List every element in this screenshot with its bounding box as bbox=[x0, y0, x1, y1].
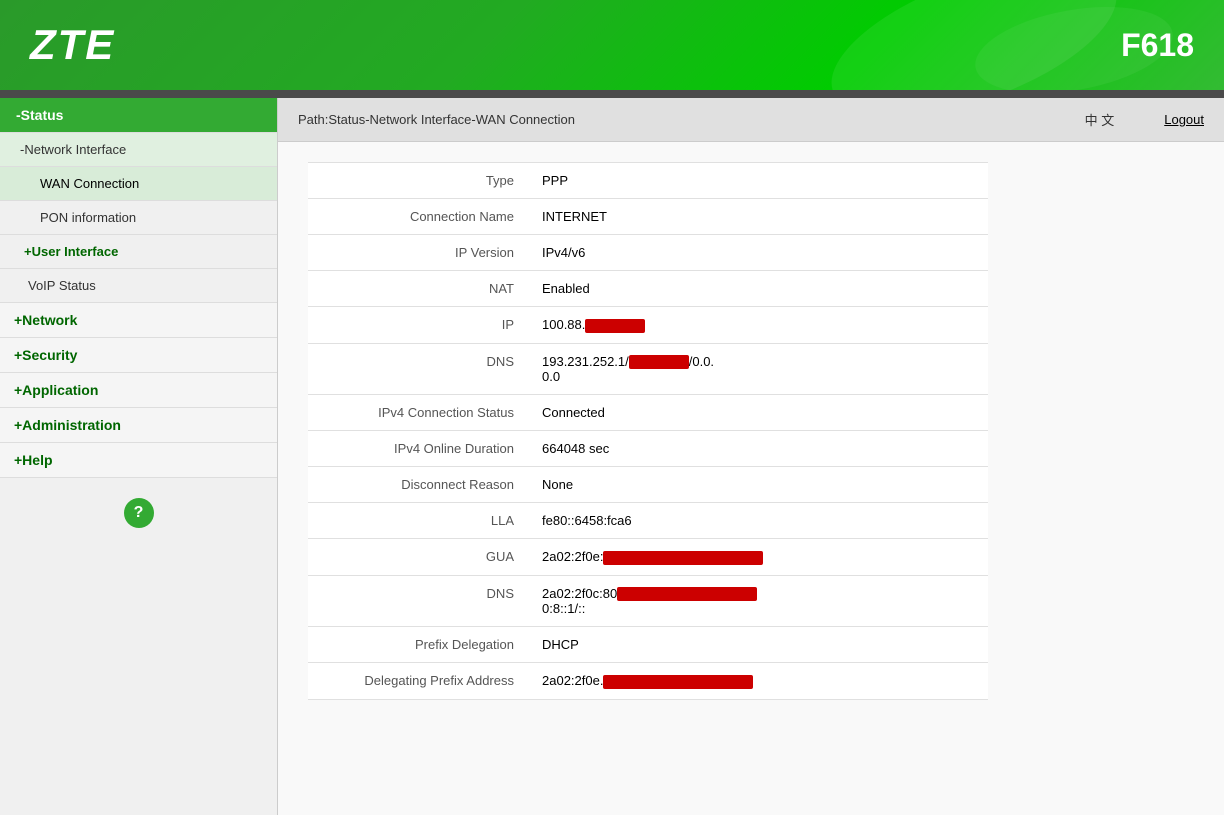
main-layout: -Status -Network Interface WAN Connectio… bbox=[0, 98, 1224, 815]
header-links: 中 文 Logout bbox=[1085, 110, 1204, 129]
table-row: IP 100.88. bbox=[308, 307, 988, 344]
sidebar-item-network[interactable]: +Network bbox=[0, 303, 277, 338]
sidebar-item-user-interface[interactable]: +User Interface bbox=[0, 235, 277, 269]
table-row: DNS 2a02:2f0c:80 0:8::1/:: bbox=[308, 575, 988, 627]
label-dns-v4: DNS bbox=[308, 343, 528, 395]
label-nat: NAT bbox=[308, 271, 528, 307]
value-ip: 100.88. bbox=[528, 307, 988, 344]
redacted-delegating-prefix bbox=[603, 675, 753, 689]
value-delegating-prefix: 2a02:2f0e. bbox=[528, 663, 988, 700]
label-ipv4-status: IPv4 Connection Status bbox=[308, 395, 528, 431]
redacted-ip bbox=[585, 319, 645, 333]
table-row: IPv4 Connection Status Connected bbox=[308, 395, 988, 431]
value-gua: 2a02:2f0e: bbox=[528, 539, 988, 576]
table-row: Delegating Prefix Address 2a02:2f0e. bbox=[308, 663, 988, 700]
sidebar-item-voip-status[interactable]: VoIP Status bbox=[0, 269, 277, 303]
sidebar-item-security[interactable]: +Security bbox=[0, 338, 277, 373]
help-button[interactable]: ? bbox=[124, 498, 154, 528]
nav-bar bbox=[0, 90, 1224, 98]
sidebar-item-administration[interactable]: +Administration bbox=[0, 408, 277, 443]
logout-link[interactable]: Logout bbox=[1164, 112, 1204, 127]
table-row: NAT Enabled bbox=[308, 271, 988, 307]
table-row: Disconnect Reason None bbox=[308, 467, 988, 503]
breadcrumb-path: Path:Status-Network Interface-WAN Connec… bbox=[298, 112, 575, 127]
sidebar-item-wan-connection[interactable]: WAN Connection bbox=[0, 167, 277, 201]
label-prefix-delegation: Prefix Delegation bbox=[308, 627, 528, 663]
value-prefix-delegation: DHCP bbox=[528, 627, 988, 663]
sidebar-item-status[interactable]: -Status bbox=[0, 98, 277, 133]
table-row: DNS 193.231.252.1/ /0.0.0.0 bbox=[308, 343, 988, 395]
label-type: Type bbox=[308, 163, 528, 199]
language-link[interactable]: 中 文 bbox=[1085, 110, 1115, 129]
breadcrumb-bar: Path:Status-Network Interface-WAN Connec… bbox=[278, 98, 1224, 142]
table-row: GUA 2a02:2f0e: bbox=[308, 539, 988, 576]
value-ipv4-duration: 664048 sec bbox=[528, 431, 988, 467]
table-row: Prefix Delegation DHCP bbox=[308, 627, 988, 663]
value-disconnect: None bbox=[528, 467, 988, 503]
value-ip-version: IPv4/v6 bbox=[528, 235, 988, 271]
wan-info-table: Type PPP Connection Name INTERNET IP Ver… bbox=[308, 162, 988, 700]
label-ip-version: IP Version bbox=[308, 235, 528, 271]
sidebar: -Status -Network Interface WAN Connectio… bbox=[0, 98, 278, 815]
label-disconnect: Disconnect Reason bbox=[308, 467, 528, 503]
value-nat: Enabled bbox=[528, 271, 988, 307]
label-gua: GUA bbox=[308, 539, 528, 576]
label-ip: IP bbox=[308, 307, 528, 344]
label-ipv4-duration: IPv4 Online Duration bbox=[308, 431, 528, 467]
value-ipv4-status: Connected bbox=[528, 395, 988, 431]
table-row: IP Version IPv4/v6 bbox=[308, 235, 988, 271]
value-connection-name: INTERNET bbox=[528, 199, 988, 235]
sidebar-item-help[interactable]: +Help bbox=[0, 443, 277, 478]
table-row: Connection Name INTERNET bbox=[308, 199, 988, 235]
label-connection-name: Connection Name bbox=[308, 199, 528, 235]
table-row: IPv4 Online Duration 664048 sec bbox=[308, 431, 988, 467]
value-lla: fe80::6458:fca6 bbox=[528, 503, 988, 539]
label-delegating-prefix: Delegating Prefix Address bbox=[308, 663, 528, 700]
value-type: PPP bbox=[528, 163, 988, 199]
value-dns-v4: 193.231.252.1/ /0.0.0.0 bbox=[528, 343, 988, 395]
redacted-gua bbox=[603, 551, 763, 565]
redacted-dns-v6 bbox=[617, 587, 757, 601]
label-lla: LLA bbox=[308, 503, 528, 539]
label-dns-v6: DNS bbox=[308, 575, 528, 627]
model-number: F618 bbox=[1121, 27, 1194, 64]
table-row: Type PPP bbox=[308, 163, 988, 199]
redacted-dns-v4 bbox=[629, 355, 689, 369]
info-table-wrap: Type PPP Connection Name INTERNET IP Ver… bbox=[278, 142, 1224, 720]
sidebar-item-pon-information[interactable]: PON information bbox=[0, 201, 277, 235]
page-header: ZTE F618 bbox=[0, 0, 1224, 90]
sidebar-item-application[interactable]: +Application bbox=[0, 373, 277, 408]
zte-logo: ZTE bbox=[30, 21, 115, 69]
sidebar-item-network-interface[interactable]: -Network Interface bbox=[0, 133, 277, 167]
value-dns-v6: 2a02:2f0c:80 0:8::1/:: bbox=[528, 575, 988, 627]
main-content: Path:Status-Network Interface-WAN Connec… bbox=[278, 98, 1224, 815]
table-row: LLA fe80::6458:fca6 bbox=[308, 503, 988, 539]
